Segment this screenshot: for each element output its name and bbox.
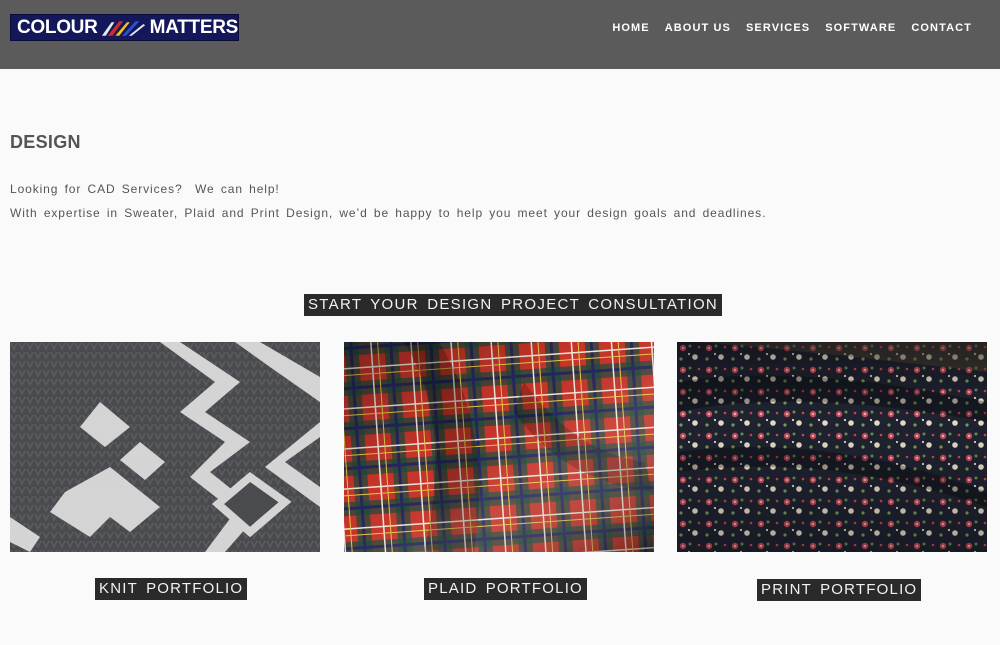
plaid-fabric-image[interactable] — [344, 342, 654, 552]
knit-portfolio-button[interactable]: KNIT PORTFOLIO — [95, 578, 248, 600]
logo-text-right: MATTERS — [149, 16, 238, 38]
intro-text: Looking for CAD Services? We can help! W… — [10, 177, 766, 225]
brush-strokes-icon — [101, 20, 145, 36]
page-title: DESIGN — [10, 132, 81, 152]
floral-print-image[interactable] — [677, 342, 987, 552]
colour-matters-logo[interactable]: COLOUR MATTERS — [10, 14, 239, 41]
intro-line-2: With expertise in Sweater, Plaid and Pri… — [10, 206, 767, 220]
nav-services[interactable]: SERVICES — [746, 22, 810, 34]
knit-sweater-image[interactable] — [10, 342, 320, 552]
site-header: COLOUR MATTERS HOME ABOUT US SERVICES SO… — [0, 0, 1000, 69]
plaid-portfolio-button[interactable]: PLAID PORTFOLIO — [424, 578, 587, 600]
nav-software[interactable]: SOFTWARE — [825, 22, 896, 34]
intro-line-1: Looking for CAD Services? We can help! — [10, 182, 280, 196]
consultation-button[interactable]: START YOUR DESIGN PROJECT CONSULTATION — [304, 294, 723, 316]
nav-contact[interactable]: CONTACT — [911, 22, 972, 34]
print-portfolio-button[interactable]: PRINT PORTFOLIO — [757, 579, 922, 601]
main-nav: HOME ABOUT US SERVICES SOFTWARE CONTACT — [612, 22, 972, 34]
logo-text-left: COLOUR — [17, 16, 98, 38]
nav-about-us[interactable]: ABOUT US — [665, 22, 731, 34]
nav-home[interactable]: HOME — [612, 22, 649, 34]
